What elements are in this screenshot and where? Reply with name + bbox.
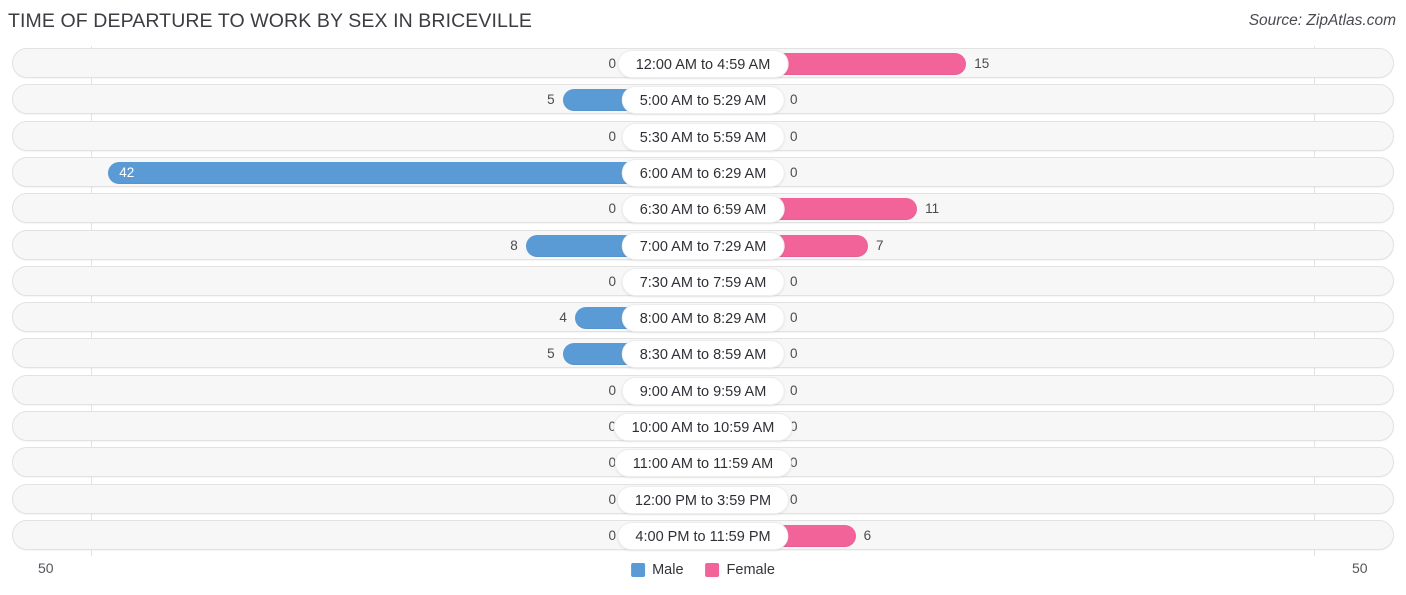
category-label: 7:30 AM to 7:59 AM xyxy=(621,267,785,296)
chart-footer: 50 50 Male Female xyxy=(0,556,1406,595)
category-label: 8:30 AM to 8:59 AM xyxy=(621,340,785,369)
bar-row-inner: 42 0 6:00 AM to 6:29 AM xyxy=(13,158,1393,187)
category-label: 12:00 AM to 4:59 AM xyxy=(617,50,789,78)
bar-row[interactable]: 5 0 5:00 AM to 5:29 AM xyxy=(12,84,1394,115)
legend-swatch-male-icon xyxy=(631,563,646,577)
axis-tick-right: 50 xyxy=(1352,560,1368,576)
bar-value-male: 0 xyxy=(608,382,616,398)
bar-row-inner: 0 0 5:30 AM to 5:59 AM xyxy=(13,122,1393,151)
category-label: 7:00 AM to 7:29 AM xyxy=(621,231,785,260)
bar-row-inner: 0 11 6:30 AM to 6:59 AM xyxy=(13,194,1393,224)
bar-row[interactable]: 42 0 6:00 AM to 6:29 AM xyxy=(12,156,1394,187)
bar-value-female: 6 xyxy=(863,527,872,543)
bar-row[interactable]: 0 0 11:00 AM to 11:59 AM xyxy=(12,447,1394,478)
bar-row-inner: 0 6 4:00 PM to 11:59 PM xyxy=(13,521,1393,550)
chart-plot-area: 0 15 12:00 AM to 4:59 AM 5 0 5:00 AM to 5:29 … xyxy=(0,46,1406,556)
bar-row-inner: 0 0 10:00 AM to 10:59 AM xyxy=(13,412,1393,441)
bar-male[interactable] xyxy=(108,161,703,184)
bar-value-male: 0 xyxy=(608,455,616,471)
bar-value-male: 0 xyxy=(608,201,616,217)
bar-value-female: 0 xyxy=(790,455,798,471)
legend-item-male[interactable]: Male xyxy=(631,562,684,578)
bar-value-female: 0 xyxy=(790,310,798,326)
category-label: 5:00 AM to 5:29 AM xyxy=(621,86,785,115)
bar-row-inner: 5 0 5:00 AM to 5:29 AM xyxy=(13,85,1393,115)
bar-value-male: 0 xyxy=(608,419,616,434)
bar-value-female: 0 xyxy=(790,92,798,108)
bar-value-male: 0 xyxy=(608,273,616,289)
bar-value-female: 0 xyxy=(790,382,798,398)
bar-row[interactable]: 0 0 12:00 PM to 3:59 PM xyxy=(12,483,1394,514)
bar-value-female: 0 xyxy=(790,419,798,434)
bar-value-male: 5 xyxy=(547,92,555,108)
bar-row[interactable]: 0 6 4:00 PM to 11:59 PM xyxy=(12,519,1394,550)
bar-value-female: 0 xyxy=(790,273,798,289)
bar-value-male: 4 xyxy=(559,310,567,326)
bar-row-inner: 0 0 12:00 PM to 3:59 PM xyxy=(13,485,1393,514)
category-label: 10:00 AM to 10:59 AM xyxy=(613,413,793,441)
bar-row[interactable]: 0 0 9:00 AM to 9:59 AM xyxy=(12,374,1394,405)
chart-legend: Male Female xyxy=(631,562,775,578)
bar-row-inner: 0 0 11:00 AM to 11:59 AM xyxy=(13,448,1393,478)
chart-header: TIME OF DEPARTURE TO WORK BY SEX IN BRIC… xyxy=(0,0,1406,44)
bar-row[interactable]: 8 7 7:00 AM to 7:29 AM xyxy=(12,229,1394,260)
bar-row-inner: 0 0 9:00 AM to 9:59 AM xyxy=(13,376,1393,405)
bar-value-female: 15 xyxy=(974,56,990,71)
bar-value-female: 0 xyxy=(790,491,798,507)
legend-swatch-female-icon xyxy=(705,563,720,577)
bar-value-male: 0 xyxy=(608,491,616,507)
bar-row[interactable]: 0 11 6:30 AM to 6:59 AM xyxy=(12,193,1394,224)
legend-item-female[interactable]: Female xyxy=(705,562,775,578)
category-label: 6:00 AM to 6:29 AM xyxy=(621,158,785,187)
bar-row-inner: 0 0 7:30 AM to 7:59 AM xyxy=(13,267,1393,296)
legend-label-female: Female xyxy=(726,562,775,578)
bar-value-female: 11 xyxy=(925,201,940,217)
category-label: 9:00 AM to 9:59 AM xyxy=(621,376,785,405)
category-label: 12:00 PM to 3:59 PM xyxy=(616,485,790,514)
category-label: 11:00 AM to 11:59 AM xyxy=(614,449,792,478)
bar-row-inner: 0 15 12:00 AM to 4:59 AM xyxy=(13,49,1393,78)
bar-row[interactable]: 5 0 8:30 AM to 8:59 AM xyxy=(12,338,1394,369)
source-attribution: Source: ZipAtlas.com xyxy=(1248,12,1396,29)
page-title: TIME OF DEPARTURE TO WORK BY SEX IN BRIC… xyxy=(8,10,532,32)
bar-value-male: 8 xyxy=(510,237,518,253)
bar-row[interactable]: 0 0 7:30 AM to 7:59 AM xyxy=(12,265,1394,296)
bar-value-female: 0 xyxy=(790,346,798,362)
bar-row[interactable]: 0 0 10:00 AM to 10:59 AM xyxy=(12,411,1394,441)
bar-value-male: 0 xyxy=(608,527,616,543)
bar-row[interactable]: 4 0 8:00 AM to 8:29 AM xyxy=(12,302,1394,333)
category-label: 6:30 AM to 6:59 AM xyxy=(621,195,785,224)
bar-value-male: 0 xyxy=(608,128,616,144)
bar-value-male: 5 xyxy=(547,346,555,362)
bar-row-inner: 8 7 7:00 AM to 7:29 AM xyxy=(13,231,1393,260)
bar-row-inner: 4 0 8:00 AM to 8:29 AM xyxy=(13,303,1393,333)
bar-row-inner: 5 0 8:30 AM to 8:59 AM xyxy=(13,339,1393,369)
category-label: 4:00 PM to 11:59 PM xyxy=(617,521,789,550)
bar-value-male: 0 xyxy=(608,56,616,71)
bar-row[interactable]: 0 0 5:30 AM to 5:59 AM xyxy=(12,120,1394,151)
category-label: 5:30 AM to 5:59 AM xyxy=(621,122,785,151)
axis-tick-left: 50 xyxy=(38,560,54,576)
bar-value-female: 0 xyxy=(790,128,798,144)
bar-row[interactable]: 0 15 12:00 AM to 4:59 AM xyxy=(12,48,1394,78)
bar-value-female: 0 xyxy=(790,164,798,180)
category-label: 8:00 AM to 8:29 AM xyxy=(621,304,785,333)
bar-value-male: 42 xyxy=(119,164,135,180)
bar-value-female: 7 xyxy=(875,237,884,253)
legend-label-male: Male xyxy=(652,562,684,578)
